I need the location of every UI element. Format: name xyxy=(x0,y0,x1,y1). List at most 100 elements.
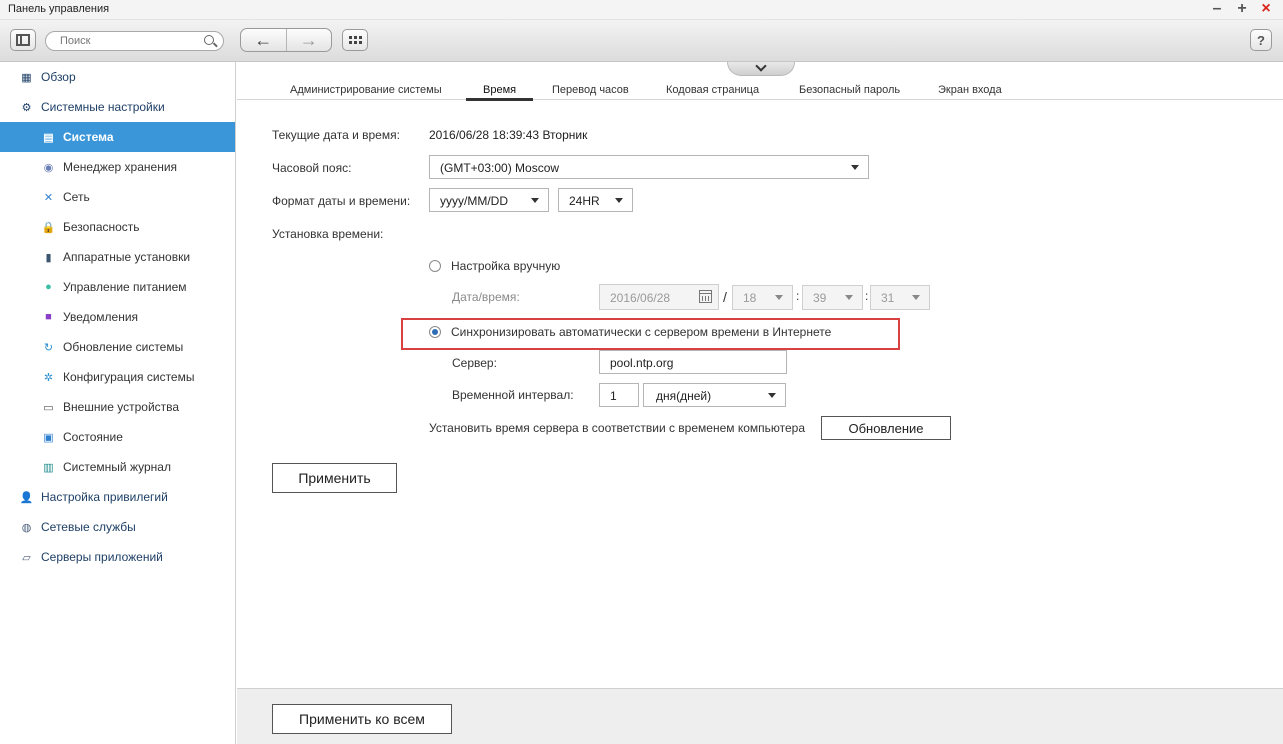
sidebar-panel-icon xyxy=(16,34,30,46)
time-format-value: 24HR xyxy=(569,194,600,208)
search-box[interactable] xyxy=(45,31,224,51)
time-colon: : xyxy=(865,289,869,303)
sidebar-item-system-log[interactable]: ▥ Системный журнал xyxy=(0,452,235,482)
ntp-server-value: pool.ntp.org xyxy=(610,356,674,370)
ntp-server-input[interactable]: pool.ntp.org xyxy=(599,350,787,374)
minute-select[interactable]: 39 xyxy=(802,285,863,310)
sync-with-pc-label: Установить время сервера в соответствии … xyxy=(429,421,806,435)
toolbar: ← → ? xyxy=(0,20,1283,62)
dropdown-arrow-icon xyxy=(912,295,920,300)
sidebar-item-label: Система xyxy=(63,130,114,144)
apply-button[interactable]: Применить xyxy=(272,463,397,493)
window-title: Панель управления xyxy=(8,3,110,15)
sidebar-item-storage-manager[interactable]: ◉ Менеджер хранения xyxy=(0,152,235,182)
sidebar-item-overview[interactable]: ▦ Обзор xyxy=(0,62,235,92)
interval-unit-value: дня(дней) xyxy=(656,389,712,403)
globe-icon: ◍ xyxy=(21,521,32,534)
power-bulb-icon: ● xyxy=(45,281,52,293)
timezone-select[interactable]: (GMT+03:00) Moscow xyxy=(429,155,869,179)
second-select[interactable]: 31 xyxy=(870,285,930,310)
config-icon: ✲ xyxy=(43,371,54,384)
sidebar-item-label: Менеджер хранения xyxy=(63,160,178,174)
sidebar-item-hardware[interactable]: ▮ Аппаратные установки xyxy=(0,242,235,272)
sidebar-item-system[interactable]: ▤ Система xyxy=(0,122,235,152)
tab-login-screen[interactable]: Экран входа xyxy=(938,84,1002,96)
interval-input[interactable]: 1 xyxy=(599,383,639,407)
date-time-separator: / xyxy=(723,289,727,305)
log-icon: ▥ xyxy=(43,461,54,474)
window-titlebar: Панель управления – + × xyxy=(0,0,1283,20)
hardware-icon: ▮ xyxy=(45,251,52,264)
sidebar-item-security[interactable]: 🔒 Безопасность xyxy=(0,212,235,242)
datetime-label: Дата/время: xyxy=(452,290,520,304)
manual-setting-label[interactable]: Настройка вручную xyxy=(451,259,560,273)
sidebar-item-network-services[interactable]: ◍ Сетевые службы xyxy=(0,512,235,542)
server-label: Сервер: xyxy=(452,356,497,370)
toggle-sidebar-button[interactable] xyxy=(10,29,36,51)
dropdown-arrow-icon xyxy=(775,295,783,300)
second-value: 31 xyxy=(881,291,895,305)
maximize-icon[interactable]: + xyxy=(1233,0,1251,18)
sidebar-item-system-config[interactable]: ✲ Конфигурация системы xyxy=(0,362,235,392)
manual-date-input[interactable]: 2016/06/28 xyxy=(599,284,719,310)
hour-select[interactable]: 18 xyxy=(732,285,793,310)
sidebar-item-label: Конфигурация системы xyxy=(63,370,195,384)
sidebar-item-notifications[interactable]: ■ Уведомления xyxy=(0,302,235,332)
sidebar-item-label: Уведомления xyxy=(63,310,139,324)
time-colon: : xyxy=(796,289,800,303)
minimize-icon[interactable]: – xyxy=(1208,0,1226,18)
update-button[interactable]: Обновление xyxy=(821,416,951,440)
apply-all-button[interactable]: Применить ко всем xyxy=(272,704,452,734)
sidebar-item-privileges[interactable]: 👤 Настройка привилегий xyxy=(0,482,235,512)
sidebar-item-label: Настройка привилегий xyxy=(41,490,168,504)
sidebar-item-system-update[interactable]: ↻ Обновление системы xyxy=(0,332,235,362)
sidebar-item-status[interactable]: ▣ Состояние xyxy=(0,422,235,452)
timezone-label: Часовой пояс: xyxy=(272,161,352,175)
notification-icon: ■ xyxy=(45,311,52,323)
calendar-icon[interactable] xyxy=(699,290,712,303)
sidebar-item-label: Сеть xyxy=(63,190,90,204)
close-icon[interactable]: × xyxy=(1257,0,1275,18)
tab-time[interactable]: Время xyxy=(465,84,534,101)
sidebar-item-label: Состояние xyxy=(63,430,123,444)
sidebar-item-label: Управление питанием xyxy=(63,280,187,294)
search-icon[interactable] xyxy=(204,35,214,45)
search-input[interactable] xyxy=(60,35,200,47)
time-setting-label: Установка времени: xyxy=(272,227,384,241)
current-datetime-label: Текущие дата и время: xyxy=(272,128,400,142)
date-format-value: yyyy/MM/DD xyxy=(440,194,508,208)
history-nav: ← → xyxy=(240,28,332,52)
monitor-icon: ▣ xyxy=(43,431,54,444)
date-format-select[interactable]: yyyy/MM/DD xyxy=(429,188,549,212)
hour-value: 18 xyxy=(743,291,757,305)
tab-password-policy[interactable]: Безопасный пароль xyxy=(799,84,900,96)
forward-button[interactable]: → xyxy=(285,29,332,51)
auto-sync-radio[interactable] xyxy=(429,326,441,338)
back-button[interactable]: ← xyxy=(241,29,286,51)
lock-icon: 🔒 xyxy=(41,221,56,234)
tab-code-page[interactable]: Кодовая страница xyxy=(666,84,759,96)
sidebar-item-system-settings[interactable]: ⚙ Системные настройки xyxy=(0,92,235,122)
collapse-panel-handle[interactable] xyxy=(727,60,795,76)
current-datetime-value: 2016/06/28 18:39:43 Вторник xyxy=(429,128,588,142)
sidebar-item-external-devices[interactable]: ▭ Внешние устройства xyxy=(0,392,235,422)
apps-grid-button[interactable] xyxy=(342,29,368,51)
interval-unit-select[interactable]: дня(дней) xyxy=(643,383,786,407)
manual-radio[interactable] xyxy=(429,260,441,272)
tab-system-administration[interactable]: Администрирование системы xyxy=(290,84,442,96)
grid-icon xyxy=(348,36,362,44)
dropdown-arrow-icon xyxy=(851,165,859,170)
sidebar-item-network[interactable]: ✕ Сеть xyxy=(0,182,235,212)
auto-sync-label[interactable]: Синхронизировать автоматически с серверо… xyxy=(451,325,831,339)
time-format-select[interactable]: 24HR xyxy=(558,188,633,212)
sidebar: ▦ Обзор ⚙ Системные настройки ▤ Система … xyxy=(0,62,236,744)
tab-daylight-saving[interactable]: Перевод часов xyxy=(552,84,629,96)
footer-bar: Применить ко всем xyxy=(237,688,1283,744)
sidebar-item-app-servers[interactable]: ▱ Серверы приложений xyxy=(0,542,235,572)
help-button[interactable]: ? xyxy=(1250,29,1272,51)
network-icon: ✕ xyxy=(43,191,54,204)
minute-value: 39 xyxy=(813,291,827,305)
settings-gear-icon: ⚙ xyxy=(21,101,32,114)
sidebar-item-power[interactable]: ● Управление питанием xyxy=(0,272,235,302)
sidebar-item-label: Обновление системы xyxy=(63,340,184,354)
